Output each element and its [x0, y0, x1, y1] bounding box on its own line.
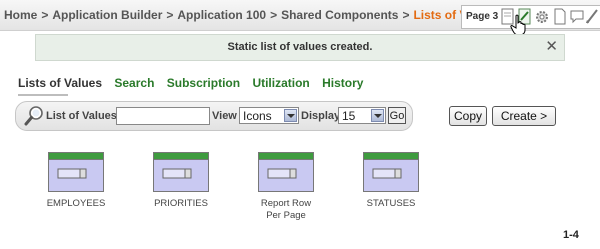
close-icon[interactable]: ✕: [545, 37, 558, 55]
tab-utilization[interactable]: Utilization: [252, 76, 309, 90]
view-select[interactable]: Icons: [239, 107, 299, 124]
settings-icon[interactable]: [534, 8, 550, 25]
pagination-label: 1-4: [563, 229, 579, 241]
breadcrumb-bar: Home > Application Builder > Application 100…: [0, 0, 600, 36]
hand-cursor-icon: [510, 14, 526, 36]
tab-lists-of-values[interactable]: Lists of Values: [18, 76, 102, 90]
chevron-down-icon: [371, 109, 384, 122]
comments-icon[interactable]: [569, 8, 585, 25]
breadcrumb-shared-components[interactable]: Shared Components: [281, 8, 398, 22]
display-select[interactable]: 15: [338, 107, 386, 124]
developer-icon[interactable]: [584, 8, 600, 25]
lov-item-label: PRIORITIES: [154, 198, 208, 209]
create-button[interactable]: Create >: [492, 106, 556, 126]
developer-toolbar: Page 3: [461, 5, 600, 29]
breadcrumb-application[interactable]: Application 100: [177, 8, 266, 22]
lov-item-label: STATUSES: [366, 198, 416, 209]
list-of-values-icon: [258, 152, 314, 192]
list-of-values-icon: [153, 152, 209, 192]
breadcrumb-home[interactable]: Home: [4, 8, 37, 22]
search-input[interactable]: [116, 107, 210, 125]
view-select-value: Icons: [243, 109, 272, 123]
tab-bar: Lists of Values Search Subscription Util…: [18, 76, 372, 90]
search-label: List of Values: [46, 110, 117, 122]
breadcrumb-separator: >: [41, 8, 49, 22]
success-message-text: Static list of values created.: [227, 41, 373, 53]
tab-subscription[interactable]: Subscription: [167, 76, 240, 90]
go-button[interactable]: Go: [388, 107, 406, 124]
display-select-value: 15: [342, 109, 356, 123]
tab-history[interactable]: History: [322, 76, 363, 90]
success-message: Static list of values created. ✕: [35, 34, 565, 61]
lov-item-label: EMPLOYEES: [46, 198, 106, 209]
breadcrumb-separator: >: [270, 8, 278, 22]
lov-item-label: Report Row Per Page: [260, 198, 312, 221]
view-label: View: [212, 110, 237, 122]
breadcrumb-separator: >: [166, 8, 174, 22]
search-region: List of Values View Icons Display 15 Go: [15, 101, 413, 131]
breadcrumb: Home > Application Builder > Application 100…: [4, 8, 498, 22]
display-label: Display: [301, 110, 341, 122]
breadcrumb-separator: >: [402, 8, 410, 22]
tab-search[interactable]: Search: [114, 76, 154, 90]
chevron-down-icon: [284, 109, 297, 122]
copy-button[interactable]: Copy: [449, 106, 487, 126]
export-icon[interactable]: [552, 8, 568, 25]
breadcrumb-application-builder[interactable]: Application Builder: [52, 8, 162, 22]
search-icon: [24, 106, 43, 126]
active-tab-indicator: [18, 94, 68, 96]
page-label: Page 3: [466, 11, 499, 22]
list-of-values-icon: [48, 152, 104, 192]
list-of-values-icon: [363, 152, 419, 192]
